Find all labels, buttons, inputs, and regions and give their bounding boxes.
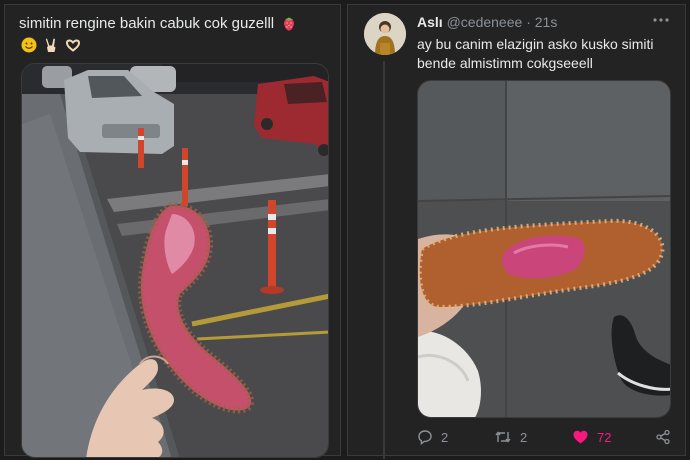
retweet-count: 2: [520, 429, 528, 445]
timestamp[interactable]: 21s: [535, 14, 558, 30]
share-button[interactable]: [655, 429, 671, 445]
tweet-text: simitin rengine bakin cabuk cok guzelll: [19, 14, 319, 34]
strawberry-emoji: [284, 17, 295, 31]
simit-closeup-photo: [418, 81, 670, 417]
tweet-text-content: simitin rengine bakin cabuk cok guzelll: [19, 15, 275, 32]
avatar-image: [364, 13, 406, 55]
handle[interactable]: @cedeneee: [447, 14, 523, 30]
tweet-photo-simit-closeup[interactable]: [417, 80, 671, 418]
tweet-header: Aslı @cedeneee · 21s: [417, 14, 557, 30]
right-tweet-card[interactable]: Aslı @cedeneee · 21s ay bu canim elazigi…: [347, 4, 686, 459]
simit-street-photo: [22, 64, 328, 457]
left-tweet-card[interactable]: simitin rengine bakin cabuk cok guzelll: [4, 4, 341, 458]
victory-hand-emoji: [45, 38, 56, 52]
emoji-row: [21, 37, 81, 53]
like-button[interactable]: 72: [572, 429, 611, 445]
heart-icon: [573, 430, 588, 444]
share-icon: [656, 429, 670, 445]
display-name[interactable]: Aslı: [417, 14, 443, 30]
tweet-actions: 2 2 72: [417, 429, 673, 451]
smiling-face-emoji: [21, 37, 37, 53]
reply-icon: [418, 430, 432, 445]
reply-count: 2: [441, 429, 449, 445]
like-count: 72: [597, 429, 612, 445]
thread-line: [383, 61, 385, 459]
tweet-text: ay bu canim elazigin asko kusko simiti b…: [417, 36, 654, 71]
separator: ·: [526, 14, 531, 30]
retweet-icon: [495, 431, 511, 443]
avatar[interactable]: [364, 13, 406, 55]
heart-hands-emoji: [65, 39, 81, 52]
tweet-photo-street-simit[interactable]: [21, 63, 329, 458]
retweet-button[interactable]: 2: [494, 429, 527, 445]
more-options-icon[interactable]: [653, 17, 669, 23]
reply-button[interactable]: 2: [417, 429, 448, 445]
